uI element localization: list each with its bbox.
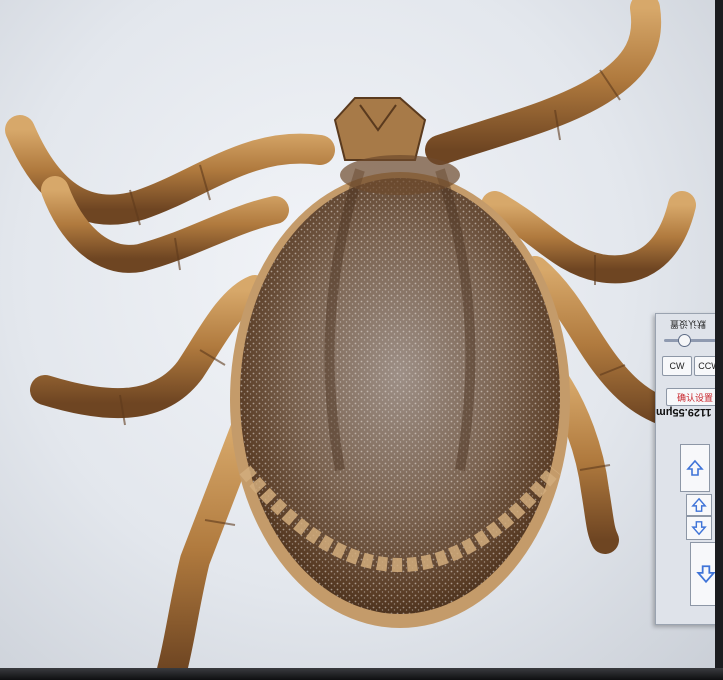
arrow-down-icon [691,521,707,536]
leg-left-4 [157,415,260,680]
arrow-up-icon [691,497,707,512]
tick-specimen [5,0,704,680]
slider-knob[interactable] [678,334,691,347]
leg-right-1 [425,0,662,165]
move-up-button[interactable] [680,444,710,492]
tick-capitulum [333,97,427,161]
leg-left-3 [30,275,270,419]
microscope-viewport: 默认设置 CW CCW 确认设置 1129.55μm [0,0,723,680]
step-down-button[interactable] [686,516,712,540]
arrow-down-icon [696,565,716,584]
reset-label: 默认设置 [670,319,707,329]
measurement-readout: 1129.55μm [656,406,712,418]
step-up-button[interactable] [686,494,712,516]
arrow-up-icon [686,459,704,476]
control-panel: 默认设置 CW CCW 确认设置 1129.55μm [655,313,723,625]
monitor-bezel-right [715,0,723,680]
monitor-bezel-bottom [0,668,723,680]
rotate-cw-button[interactable]: CW [662,356,692,376]
